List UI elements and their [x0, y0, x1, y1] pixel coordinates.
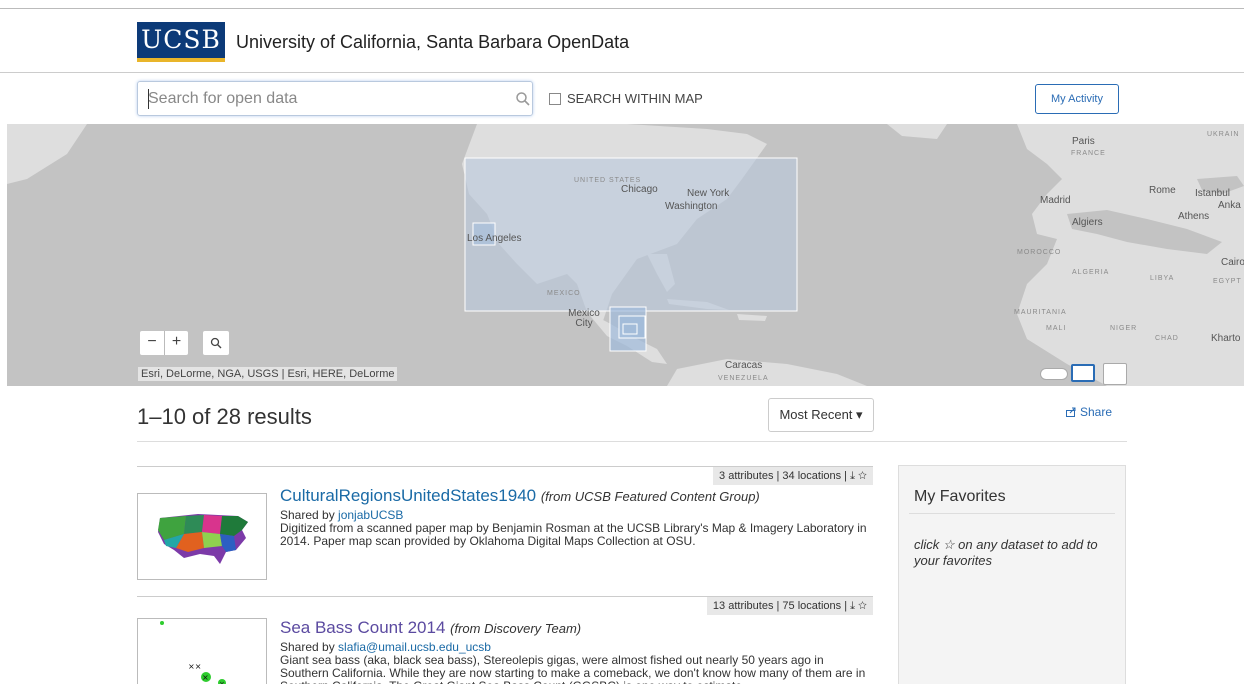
svg-text:×: × [219, 680, 225, 684]
map-label: Cairo [1221, 257, 1244, 268]
shared-by-user-link[interactable]: jonjabUCSB [338, 508, 403, 522]
dataset-title: Sea Bass Count 2014 (from Discovery Team… [280, 618, 581, 638]
search-within-map-checkbox[interactable] [549, 92, 561, 105]
map-label: MALI [1046, 325, 1067, 332]
favorites-divider [909, 513, 1115, 514]
item-meta[interactable]: 13 attributes | 75 locations | ⤓ ☆ [706, 597, 873, 615]
dataset-source: (from UCSB Featured Content Group) [540, 489, 760, 504]
dataset-description: Giant sea bass (aka, black sea bass), St… [280, 653, 866, 684]
map-label: Los Angeles [467, 233, 522, 244]
basemap-option-imagery[interactable] [1103, 363, 1127, 385]
search-box[interactable] [137, 81, 533, 116]
search-icon [210, 337, 222, 349]
dataset-source: (from Discovery Team) [450, 621, 582, 636]
map-label: UKRAIN [1207, 131, 1240, 138]
dataset-title-link[interactable]: CulturalRegionsUnitedStates1940 [280, 486, 536, 505]
site-title[interactable]: University of California, Santa Barbara … [236, 32, 629, 53]
map-label: LIBYA [1150, 275, 1175, 282]
search-bar: SEARCH WITHIN MAP My Activity [0, 74, 1244, 124]
share-label: Share [1080, 405, 1113, 419]
map-label: MAURITANIA [1014, 309, 1067, 316]
top-divider [0, 0, 1244, 9]
shared-by-user-link[interactable]: slafia@umail.ucsb.edu_ucsb [338, 640, 491, 654]
favorites-hint: click ☆ on any dataset to add to your fa… [914, 537, 1098, 568]
dataset-thumbnail[interactable] [137, 493, 267, 580]
dataset-title: CulturalRegionsUnitedStates1940 (from UC… [280, 486, 760, 506]
map-label: New York [687, 188, 730, 199]
dataset-title-link[interactable]: Sea Bass Count 2014 [280, 618, 445, 637]
map-label: Caracas [725, 360, 763, 371]
sea-bass-points-thumbnail: ×× × × [160, 621, 226, 684]
search-icon[interactable] [515, 91, 531, 107]
map-label: MOROCCO [1017, 249, 1062, 256]
map-label: FRANCE [1071, 150, 1106, 157]
shared-by: Shared by slafia@umail.ucsb.edu_ucsb [280, 640, 491, 654]
shared-by-prefix: Shared by [280, 508, 339, 522]
search-within-map-label: SEARCH WITHIN MAP [567, 91, 703, 106]
map-label: Algiers [1072, 217, 1103, 228]
dataset-description: Digitized from a scanned paper map by Be… [280, 521, 867, 548]
map-label: MEXICO [547, 290, 581, 297]
results-count: 1–10 of 28 results [137, 404, 312, 429]
zoom-control: − + [140, 331, 188, 355]
map-label: Anka [1218, 200, 1241, 211]
search-within-map-toggle[interactable]: SEARCH WITHIN MAP [549, 91, 703, 106]
favorites-title: My Favorites [914, 488, 1006, 505]
svg-text:×: × [202, 673, 209, 682]
map-label: Madrid [1040, 195, 1071, 206]
map-label: Kharto [1211, 333, 1241, 344]
text-cursor [148, 89, 149, 109]
map-view[interactable]: UNITED STATES Chicago New York Washingto… [7, 124, 1244, 386]
my-activity-button[interactable]: My Activity [1035, 84, 1119, 114]
dataset-thumbnail[interactable]: ×× × × [137, 618, 267, 684]
map-label: Chicago [621, 184, 658, 195]
map-label: Mexico City [568, 308, 600, 329]
search-input[interactable] [148, 87, 498, 111]
ucsb-logo[interactable]: UCSB [137, 22, 225, 62]
share-link[interactable]: Share [1066, 405, 1112, 419]
map-label: Paris [1072, 136, 1095, 147]
map-label: CHAD [1155, 335, 1179, 342]
item-meta[interactable]: 3 attributes | 34 locations | ⤓ ☆ [713, 467, 873, 485]
map-label: NIGER [1110, 325, 1138, 332]
map-label: VENEZUELA [718, 375, 769, 382]
shared-by: Shared by jonjabUCSB [280, 508, 403, 522]
map-attribution: Esri, DeLorme, NGA, USGS | Esri, HERE, D… [138, 367, 398, 381]
map-label: Istanbul [1195, 188, 1231, 199]
shared-by-prefix: Shared by [280, 640, 339, 654]
map-search-button[interactable] [203, 331, 229, 355]
zoom-out-button[interactable]: − [140, 331, 164, 355]
map-label: Rome [1149, 185, 1176, 196]
result-item: 13 attributes | 75 locations | ⤓ ☆ ×× × … [137, 596, 873, 684]
site-header: UCSB University of California, Santa Bar… [0, 10, 1244, 73]
map-label: Washington [665, 201, 718, 212]
result-item: 3 attributes | 34 locations | ⤓ ☆ Cultur… [137, 466, 873, 596]
basemap-option-gray[interactable] [1071, 364, 1095, 382]
map-label: ALGERIA [1072, 269, 1110, 276]
sort-dropdown[interactable]: Most Recent ▾ [768, 398, 874, 432]
favorites-panel: My Favorites click ☆ on any dataset to a… [898, 465, 1126, 684]
basemap-option-light[interactable] [1040, 368, 1068, 380]
svg-text:××: ×× [188, 662, 201, 671]
us-map-thumbnail [158, 514, 248, 564]
map-label: UNITED STATES [574, 177, 642, 184]
map-label: EGYPT [1213, 278, 1242, 285]
results-divider [137, 441, 1127, 442]
zoom-in-button[interactable]: + [164, 331, 188, 355]
map-label: Athens [1178, 211, 1210, 222]
share-icon [1066, 407, 1076, 417]
